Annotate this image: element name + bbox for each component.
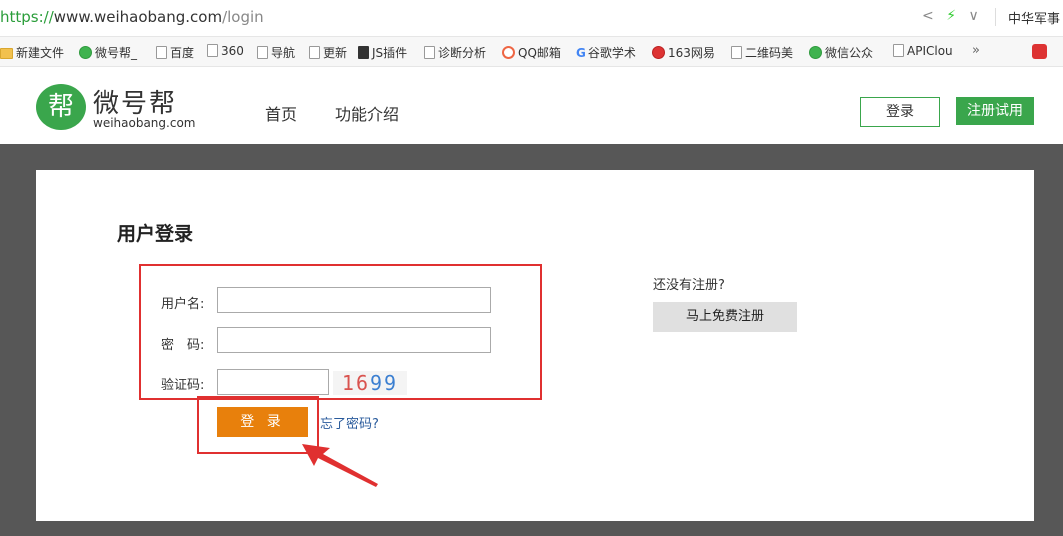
folder-icon: [0, 48, 13, 59]
url-domain: www.weihaobang.com: [53, 8, 223, 26]
bookmarks-bar: 新建文件 微号帮_ 百度 360 导航 更新 JS插件 诊断分析 QQ邮箱 G谷…: [0, 36, 1063, 67]
nav-features[interactable]: 功能介绍: [335, 101, 399, 125]
bookmark-item[interactable]: 百度: [156, 44, 194, 61]
bookmark-label: JS插件: [372, 46, 408, 60]
bookmark-item[interactable]: G 谷歌学术: [576, 44, 636, 61]
bookmark-item[interactable]: 360: [207, 44, 244, 58]
url-field[interactable]: https://www.weihaobang.com/login: [0, 8, 264, 26]
bookmark-label: 163网易: [668, 46, 715, 60]
bookmark-item[interactable]: 163网易: [652, 44, 715, 61]
bookmark-label: APIClou: [907, 44, 953, 58]
page-icon: [424, 46, 435, 59]
bolt-icon[interactable]: ⚡: [946, 8, 956, 24]
header-login-button[interactable]: 登录: [860, 97, 940, 127]
bookmark-label: 谷歌学术: [587, 46, 636, 60]
page-icon: [893, 44, 904, 57]
wechat-icon: [79, 46, 92, 59]
logo-name[interactable]: 微号帮: [93, 83, 177, 120]
bookmark-item[interactable]: APIClou: [893, 44, 953, 58]
logo-icon[interactable]: 帮: [36, 84, 86, 130]
url-protocol: https://: [0, 8, 54, 26]
page-title: 用户登录: [117, 223, 194, 245]
bookmark-item[interactable]: 导航: [257, 44, 295, 61]
bookmark-item[interactable]: 更新: [309, 44, 347, 61]
address-tools: < ⚡ ∨: [922, 8, 987, 24]
bookmark-label: 新建文件: [16, 46, 65, 60]
free-signup-button[interactable]: 马上免费注册: [653, 302, 797, 332]
bookmark-label: 百度: [170, 46, 195, 60]
bookmark-item[interactable]: 二维码美: [731, 44, 793, 61]
bookmark-item[interactable]: 新建文件: [0, 44, 64, 61]
signup-prompt: 还没有注册?: [653, 278, 725, 293]
bookmark-label: 二维码美: [745, 46, 794, 60]
nav-home[interactable]: 首页: [265, 101, 297, 125]
toolbar-divider: [995, 8, 996, 26]
bookmark-label: 360: [221, 44, 244, 58]
page-icon: [257, 46, 268, 59]
forgot-password-link[interactable]: 忘了密码?: [320, 413, 379, 432]
header-register-button[interactable]: 注册试用: [956, 97, 1034, 125]
netease-icon: [652, 46, 665, 59]
logo-domain: weihaobang.com: [93, 116, 196, 130]
bookmark-item[interactable]: JS插件: [358, 44, 407, 61]
extension-icon[interactable]: [1032, 44, 1047, 59]
bookmark-item[interactable]: 诊断分析: [424, 44, 486, 61]
bookmark-label: 导航: [271, 46, 296, 60]
page-icon: [156, 46, 167, 59]
bookmark-label: 更新: [323, 46, 348, 60]
bookmark-item[interactable]: 微号帮_: [79, 44, 137, 61]
url-path: /login: [222, 8, 264, 26]
bookmark-item[interactable]: 微信公众: [809, 44, 873, 61]
bookmark-label: 诊断分析: [438, 46, 487, 60]
bookmark-item[interactable]: QQ邮箱: [502, 44, 561, 61]
wechat-icon: [809, 46, 822, 59]
bookmark-label: 微号帮_: [95, 46, 138, 60]
js-icon: [358, 46, 369, 59]
annotation-box-form: [139, 264, 542, 400]
chevron-down-icon[interactable]: ∨: [968, 8, 978, 24]
page-icon: [731, 46, 742, 59]
annotation-arrow-icon: [302, 444, 378, 487]
page-icon: [309, 46, 320, 59]
bookmark-label: QQ邮箱: [518, 46, 561, 60]
toolbar-link[interactable]: 中华军事: [1008, 8, 1060, 27]
address-bar: https://www.weihaobang.com/login < ⚡ ∨ 中…: [0, 0, 1063, 36]
page-icon: [207, 44, 218, 57]
google-icon: G: [576, 46, 586, 60]
site-header: 帮 微号帮 weihaobang.com 首页 功能介绍 登录 注册试用: [0, 67, 1063, 144]
bookmark-label: 微信公众: [825, 46, 874, 60]
share-icon[interactable]: <: [922, 8, 934, 24]
qq-icon: [502, 46, 515, 59]
bookmarks-more-icon[interactable]: »: [972, 43, 980, 58]
